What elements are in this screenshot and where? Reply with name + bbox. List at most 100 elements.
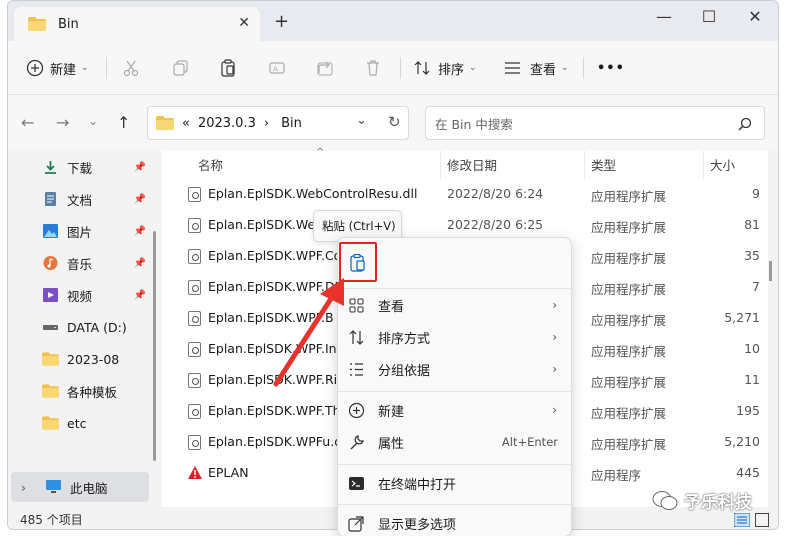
menu-item-group-by[interactable]: 分组依据 › <box>338 353 573 385</box>
menu-item-view[interactable]: 查看 › <box>338 289 573 321</box>
sidebar-item-label: 视频 <box>67 288 93 304</box>
search-placeholder: 在 Bin 中搜索 <box>435 116 513 132</box>
sidebar-item-label: 此电脑 <box>70 480 108 496</box>
breadcrumb-overflow[interactable]: « <box>182 116 190 131</box>
share-icon[interactable] <box>316 59 334 77</box>
sidebar-item-downloads[interactable]: 下载 📌 <box>8 152 154 182</box>
sidebar-item-videos[interactable]: 视频 📌 <box>8 280 154 310</box>
file-size: 9 <box>752 186 760 201</box>
menu-item-show-more-options[interactable]: 显示更多选项 <box>338 507 573 536</box>
file-type: 应用程序扩展 <box>591 313 667 328</box>
menu-divider <box>338 504 573 505</box>
column-header-name[interactable]: 名称 <box>198 155 223 174</box>
search-input[interactable]: 在 Bin 中搜索 <box>425 106 765 140</box>
column-header-type[interactable]: 类型 <box>591 155 616 174</box>
sidebar-scrollbar[interactable] <box>153 231 156 461</box>
pin-icon: 📌 <box>133 161 146 173</box>
file-type: 应用程序扩展 <box>591 220 667 235</box>
file-type: 应用程序扩展 <box>591 189 667 204</box>
menu-item-label: 在终端中打开 <box>378 477 457 493</box>
menu-item-properties[interactable]: 属性 Alt+Enter <box>338 426 573 458</box>
file-date: 2022/8/20 6:24 <box>447 186 544 201</box>
view-button[interactable]: 查看 ⌄ <box>504 55 569 81</box>
sort-button[interactable]: 排序 ⌄ <box>414 55 477 81</box>
chevron-down-icon: ⌄ <box>81 63 89 73</box>
menu-item-label: 查看 <box>378 299 405 315</box>
folder-icon <box>28 17 46 31</box>
sort-icon <box>414 61 430 75</box>
back-button[interactable]: ← <box>21 113 34 132</box>
more-options-button[interactable]: ••• <box>597 55 625 81</box>
copy-icon[interactable] <box>172 59 190 77</box>
sidebar-item-etc[interactable]: etc <box>8 408 154 438</box>
column-divider[interactable] <box>703 151 704 179</box>
address-dropdown-button[interactable]: ⌄ <box>356 113 367 128</box>
chevron-right-icon[interactable]: › <box>21 480 26 495</box>
sidebar-item-data-drive[interactable]: DATA (D:) <box>8 312 154 342</box>
close-button[interactable]: ✕ <box>740 7 770 26</box>
sidebar-item-pictures[interactable]: 图片 📌 <box>8 216 154 246</box>
item-count: 485 个项目 <box>20 513 83 527</box>
refresh-button[interactable]: ↻ <box>388 113 401 131</box>
forward-button[interactable]: → <box>56 113 69 132</box>
maximize-button[interactable]: ☐ <box>694 7 724 26</box>
paste-icon[interactable] <box>219 59 237 77</box>
breadcrumb-2023-0-3[interactable]: 2023.0.3 <box>198 116 256 131</box>
recent-locations-button[interactable]: ⌄ <box>88 114 98 128</box>
column-header-size[interactable]: 大小 <box>710 155 735 174</box>
file-type: 应用程序扩展 <box>591 282 667 297</box>
file-size: 7 <box>752 279 760 294</box>
dll-file-icon <box>188 280 201 295</box>
table-row[interactable]: Eplan.EplSDK.WebControlResu.dll 2022/8/2… <box>162 179 768 210</box>
tab-close-icon[interactable]: ✕ <box>238 15 250 31</box>
menu-divider <box>338 464 573 465</box>
new-button[interactable]: 新建 ⌄ <box>26 55 89 81</box>
chevron-right-icon: › <box>552 298 557 312</box>
column-divider[interactable] <box>440 151 441 179</box>
menu-divider <box>338 391 573 392</box>
title-bar: Bin ✕ + — ☐ ✕ <box>8 1 778 41</box>
picture-icon <box>43 224 58 238</box>
file-size: 10 <box>744 341 760 356</box>
sidebar-item-templates[interactable]: 各种模板 <box>8 376 154 406</box>
delete-icon[interactable] <box>364 59 382 77</box>
new-tab-button[interactable]: + <box>274 11 289 32</box>
pin-icon: 📌 <box>133 257 146 269</box>
file-size: 445 <box>736 465 760 480</box>
search-icon <box>738 117 752 131</box>
minimize-button[interactable]: — <box>649 7 679 26</box>
file-list-scrollbar[interactable] <box>769 261 772 281</box>
tab-bin[interactable]: Bin ✕ <box>14 7 260 41</box>
dll-file-icon <box>188 311 201 326</box>
breadcrumb-bin[interactable]: Bin <box>281 116 302 131</box>
terminal-icon <box>349 477 364 490</box>
menu-item-sort-by[interactable]: 排序方式 › <box>338 321 573 353</box>
file-size: 81 <box>744 217 760 232</box>
sidebar-item-music[interactable]: 音乐 📌 <box>8 248 154 278</box>
chevron-right-icon: › <box>552 362 557 376</box>
file-size: 35 <box>744 248 760 263</box>
sidebar-item-2023-08[interactable]: 2023-08 <box>8 344 154 374</box>
cut-icon[interactable] <box>122 59 140 77</box>
sort-ascending-icon: ^ <box>316 147 325 158</box>
chevron-down-icon: ⌄ <box>561 63 569 73</box>
column-header-date[interactable]: 修改日期 <box>447 155 497 174</box>
menu-item-open-in-terminal[interactable]: 在终端中打开 <box>338 467 573 499</box>
sidebar-item-this-pc[interactable]: › 此电脑 <box>11 472 149 502</box>
rename-icon[interactable]: A <box>268 59 286 77</box>
dll-file-icon <box>188 249 201 264</box>
column-divider[interactable] <box>584 151 585 179</box>
sidebar-item-documents[interactable]: 文档 📌 <box>8 184 154 214</box>
file-name: Eplan.EplSDK.Web <box>208 217 324 232</box>
up-button[interactable]: ↑ <box>117 113 130 132</box>
file-type: 应用程序扩展 <box>591 406 667 421</box>
music-icon <box>43 256 58 270</box>
menu-item-label: 排序方式 <box>378 331 431 347</box>
menu-item-new[interactable]: 新建 › <box>338 394 573 426</box>
command-bar: 新建 ⌄ A 排序 ⌄ 查看 ⌄ ••• <box>8 41 778 95</box>
address-bar[interactable]: « 2023.0.3 › Bin ⌄ ↻ <box>147 106 409 140</box>
file-size: 195 <box>736 403 760 418</box>
tiles-view-icon[interactable] <box>755 513 769 527</box>
file-type: 应用程序扩展 <box>591 344 667 359</box>
details-view-icon[interactable] <box>734 513 750 527</box>
